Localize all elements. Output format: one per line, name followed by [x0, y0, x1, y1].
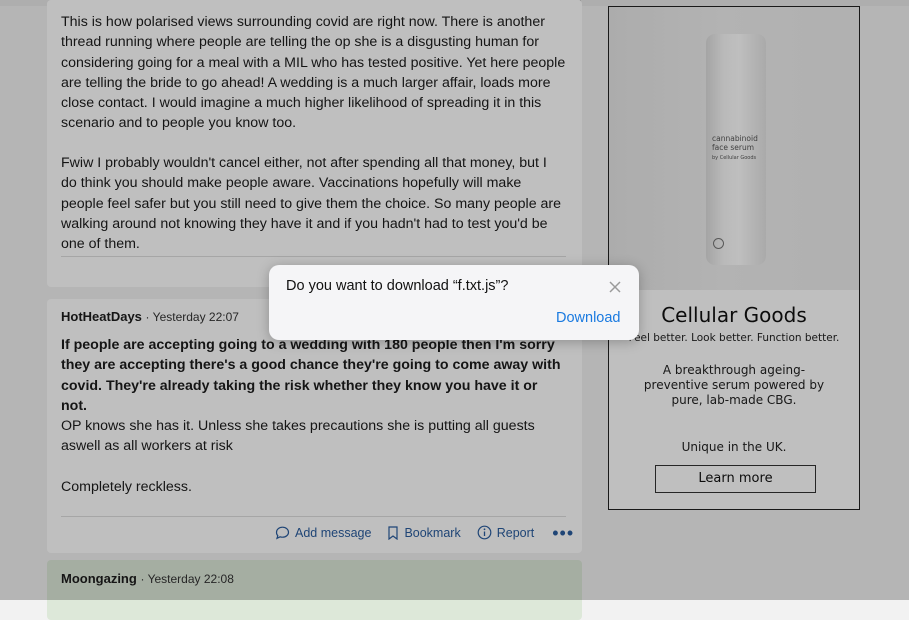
download-prompt-text: Do you want to download “f.txt.js”? [286, 278, 509, 294]
download-dialog: Do you want to download “f.txt.js”? Down… [269, 265, 639, 340]
download-button[interactable]: Download [556, 310, 621, 326]
close-icon[interactable] [607, 279, 623, 295]
